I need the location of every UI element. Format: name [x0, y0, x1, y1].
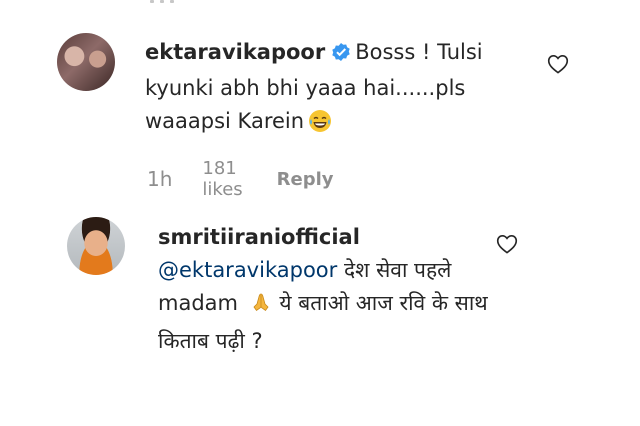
- heart-outline-icon[interactable]: [547, 54, 569, 78]
- comment-timestamp[interactable]: 1h: [147, 167, 172, 191]
- comment-username[interactable]: ektaravikapoor: [145, 40, 325, 64]
- mention-link[interactable]: @ektaravikapoor: [158, 258, 337, 282]
- avatar[interactable]: [57, 33, 115, 91]
- comment-body: ektaravikapoor Bosss ! Tulsi kyunki abh b…: [145, 36, 505, 143]
- avatar[interactable]: [67, 217, 125, 275]
- reply-button[interactable]: Reply: [277, 169, 334, 190]
- verified-badge-icon: [331, 39, 351, 72]
- comment-meta: 1h 181 likes Reply: [147, 158, 334, 200]
- folded-hands-emoji-icon: [249, 291, 273, 325]
- heart-outline-icon[interactable]: [496, 234, 518, 258]
- comment-body: smritiiraniofficial @ektaravikapoor देश …: [158, 221, 488, 358]
- more-indicator: [150, 0, 174, 3]
- comment-username[interactable]: smritiiraniofficial: [158, 225, 360, 249]
- comment-likes[interactable]: 181 likes: [202, 158, 242, 200]
- joy-emoji-icon: [308, 109, 332, 143]
